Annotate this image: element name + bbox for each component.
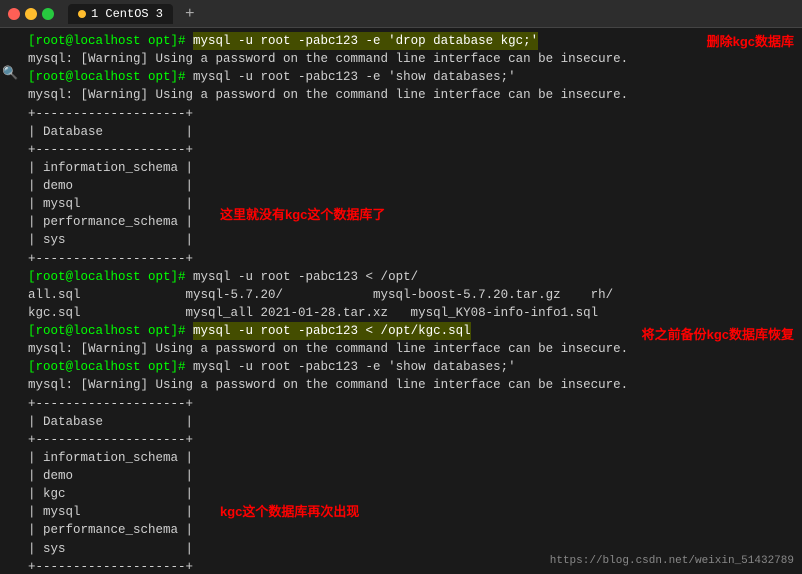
warning-text: mysql: [Warning] Using a password on the… — [28, 376, 628, 394]
new-tab-button[interactable]: + — [185, 6, 195, 22]
prompt: [root@localhost opt]# — [28, 268, 193, 286]
tab-label: 1 CentOS 3 — [91, 7, 163, 21]
command: mysql -u root -pabc123 -e 'drop database… — [193, 32, 538, 50]
command: mysql -u root -pabc123 < /opt/kgc.sql — [193, 322, 471, 340]
prompt: [root@localhost opt]# — [28, 322, 193, 340]
command: mysql -u root -pabc123 < /opt/ — [193, 268, 418, 286]
prompt: [root@localhost opt]# — [28, 68, 193, 86]
terminal-line: +--------------------+ — [28, 395, 796, 413]
close-button[interactable] — [8, 8, 20, 20]
titlebar: 1 CentOS 3 + — [0, 0, 802, 28]
terminal-line: +--------------------+ — [28, 250, 796, 268]
terminal-line: | kgc | — [28, 485, 796, 503]
warning-text: mysql: [Warning] Using a password on the… — [28, 340, 628, 358]
terminal-line: +--------------------+ — [28, 105, 796, 123]
terminal-line: | demo | — [28, 467, 796, 485]
annotation-delete-db: 删除kgc数据库 — [707, 33, 794, 52]
terminal-line: | Database | — [28, 123, 796, 141]
terminal-line: all.sql mysql-5.7.20/ mysql-boost-5.7.20… — [28, 286, 796, 304]
terminal-line: mysql: [Warning] Using a password on the… — [28, 86, 796, 104]
url-bar: https://blog.csdn.net/weixin_51432789 — [550, 554, 794, 570]
window-controls — [8, 8, 54, 20]
terminal-area: 🔍 删除kgc数据库 [root@localhost opt]# mysql -… — [0, 28, 802, 574]
annotation-kgc-reappear: kgc这个数据库再次出现 — [220, 503, 359, 522]
terminal-line: kgc.sql mysql_all 2021-01-28.tar.xz mysq… — [28, 304, 796, 322]
terminal-line: +--------------------+ — [28, 431, 796, 449]
terminal-line: | performance_schema | — [28, 213, 796, 231]
terminal-line: | performance_schema | — [28, 521, 796, 539]
terminal-line: mysql: [Warning] Using a password on the… — [28, 376, 796, 394]
annotation-no-kgc: 这里就没有kgc这个数据库了 — [220, 206, 385, 225]
terminal-line: [root@localhost opt]# mysql -u root -pab… — [28, 358, 796, 376]
terminal-tab[interactable]: 1 CentOS 3 — [68, 4, 173, 24]
prompt: [root@localhost opt]# — [28, 32, 193, 50]
terminal-line: | mysql | — [28, 503, 796, 521]
search-icon[interactable]: 🔍 — [0, 63, 20, 86]
warning-text: mysql: [Warning] Using a password on the… — [28, 86, 628, 104]
terminal-line: | sys | — [28, 231, 796, 249]
minimize-button[interactable] — [25, 8, 37, 20]
warning-text: mysql: [Warning] Using a password on the… — [28, 50, 628, 68]
maximize-button[interactable] — [42, 8, 54, 20]
terminal-line: | mysql | — [28, 195, 796, 213]
terminal-line: | information_schema | — [28, 449, 796, 467]
terminal-line: [root@localhost opt]# mysql -u root -pab… — [28, 68, 796, 86]
terminal-line: | demo | — [28, 177, 796, 195]
terminal-line: [root@localhost opt]# mysql -u root -pab… — [28, 32, 796, 50]
terminal-line: mysql: [Warning] Using a password on the… — [28, 50, 796, 68]
terminal-line: | information_schema | — [28, 159, 796, 177]
terminal-line: +--------------------+ — [28, 141, 796, 159]
annotation-restore-db: 将之前备份kgc数据库恢复 — [642, 326, 794, 345]
tab-status-dot — [78, 10, 86, 18]
terminal-line: [root@localhost opt]# mysql -u root -pab… — [28, 268, 796, 286]
terminal-line: | Database | — [28, 413, 796, 431]
command: mysql -u root -pabc123 -e 'show database… — [193, 68, 516, 86]
file-list: all.sql mysql-5.7.20/ mysql-boost-5.7.20… — [28, 286, 613, 304]
file-list: kgc.sql mysql_all 2021-01-28.tar.xz mysq… — [28, 304, 598, 322]
prompt: [root@localhost opt]# — [28, 358, 193, 376]
command: mysql -u root -pabc123 -e 'show database… — [193, 358, 516, 376]
